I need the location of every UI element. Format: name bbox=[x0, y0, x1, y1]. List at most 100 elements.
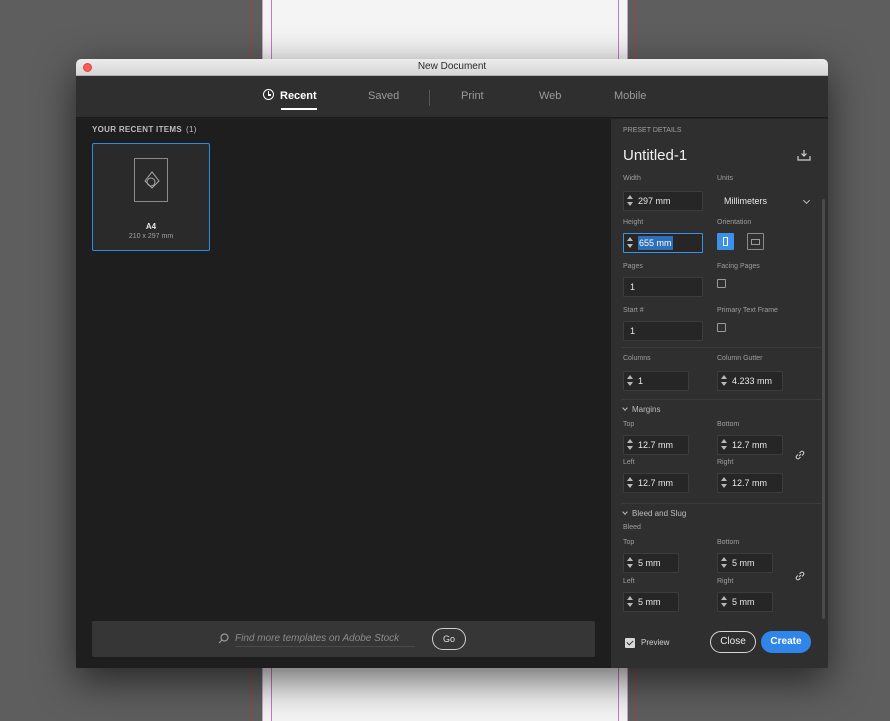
stepper-icon[interactable] bbox=[721, 439, 727, 453]
height-field[interactable]: 655 mm bbox=[623, 233, 703, 253]
window-title: New Document bbox=[417, 61, 487, 72]
bleed-right-label: Right bbox=[717, 578, 734, 585]
margin-top-field[interactable]: 12.7 mm bbox=[623, 435, 689, 455]
margin-bottom-field[interactable]: 12.7 mm bbox=[717, 435, 783, 455]
column-gutter-field[interactable]: 4.233 mm bbox=[717, 371, 783, 391]
stepper-icon[interactable] bbox=[721, 596, 727, 610]
stepper-icon[interactable] bbox=[627, 375, 633, 389]
facing-pages-label: Facing Pages bbox=[717, 263, 760, 270]
recent-items-heading: YOUR RECENT ITEMS (1) bbox=[92, 125, 197, 134]
link-bleed-icon[interactable] bbox=[794, 570, 806, 582]
tab-mobile[interactable]: Mobile bbox=[614, 76, 646, 118]
preview-checkbox[interactable] bbox=[625, 638, 635, 648]
columns-label: Columns bbox=[623, 355, 651, 362]
columns-value: 1 bbox=[638, 376, 644, 386]
divider bbox=[621, 399, 821, 400]
tab-saved[interactable]: Saved bbox=[368, 76, 399, 118]
chevron-down-icon bbox=[622, 509, 628, 515]
bleed-right-field[interactable]: 5 mm bbox=[717, 592, 773, 612]
tab-recent[interactable]: Recent bbox=[263, 76, 317, 118]
title-bar: New Document bbox=[76, 59, 828, 76]
height-value: 655 mm bbox=[638, 236, 673, 250]
units-select[interactable]: Millimeters bbox=[717, 191, 813, 211]
stepper-icon[interactable] bbox=[627, 596, 633, 610]
shape-tool-icon bbox=[144, 171, 160, 189]
landscape-orientation-button[interactable] bbox=[747, 233, 764, 250]
stepper-icon[interactable] bbox=[627, 477, 633, 491]
window-close-button[interactable] bbox=[83, 63, 92, 72]
margin-left-value: 12.7 mm bbox=[638, 478, 674, 488]
stepper-icon[interactable] bbox=[721, 477, 727, 491]
tab-label: Saved bbox=[368, 90, 400, 102]
tab-print[interactable]: Print bbox=[461, 76, 484, 118]
stepper-icon[interactable] bbox=[627, 237, 633, 251]
facing-pages-checkbox[interactable] bbox=[717, 279, 726, 288]
start-page-value: 1 bbox=[630, 326, 636, 336]
stock-search-input[interactable] bbox=[235, 631, 415, 647]
chevron-down-icon bbox=[622, 405, 628, 411]
recent-item-card[interactable]: A4 210 x 297 mm bbox=[92, 143, 210, 251]
portrait-icon bbox=[723, 237, 728, 246]
clock-icon bbox=[263, 89, 274, 100]
tab-divider bbox=[429, 90, 430, 106]
go-button[interactable]: Go bbox=[432, 628, 466, 650]
save-preset-icon[interactable] bbox=[797, 149, 811, 161]
pages-field[interactable]: 1 bbox=[623, 277, 703, 297]
stepper-icon[interactable] bbox=[627, 195, 633, 209]
recent-count: (1) bbox=[186, 125, 197, 134]
bleed-label: Bleed bbox=[623, 524, 641, 531]
bleed-bottom-field[interactable]: 5 mm bbox=[717, 553, 773, 573]
search-icon bbox=[218, 633, 229, 644]
units-value: Millimeters bbox=[724, 196, 768, 206]
recent-heading-text: YOUR RECENT ITEMS bbox=[92, 125, 182, 134]
columns-field[interactable]: 1 bbox=[623, 371, 689, 391]
document-name[interactable]: Untitled-1 bbox=[623, 147, 687, 164]
pages-label: Pages bbox=[623, 263, 643, 270]
margin-top-value: 12.7 mm bbox=[638, 440, 674, 450]
create-button[interactable]: Create bbox=[761, 631, 811, 653]
margin-right-value: 12.7 mm bbox=[732, 478, 768, 488]
stepper-icon[interactable] bbox=[721, 375, 727, 389]
margin-right-label: Right bbox=[717, 459, 734, 466]
margins-section-toggle[interactable]: Margins bbox=[622, 405, 660, 414]
stepper-icon[interactable] bbox=[627, 557, 633, 571]
divider bbox=[621, 347, 821, 348]
bleed-top-label: Top bbox=[623, 539, 635, 546]
tab-label: Web bbox=[539, 90, 562, 102]
stepper-icon[interactable] bbox=[721, 557, 727, 571]
link-margins-icon[interactable] bbox=[794, 449, 806, 461]
tab-label: Mobile bbox=[614, 90, 647, 102]
primary-text-frame-checkbox[interactable] bbox=[717, 323, 726, 332]
category-tabs: Recent Saved Print Web Mobile bbox=[76, 76, 828, 118]
recent-item-size: 210 x 297 mm bbox=[128, 233, 174, 240]
bleed-left-field[interactable]: 5 mm bbox=[623, 592, 679, 612]
stepper-icon[interactable] bbox=[627, 439, 633, 453]
bleed-bottom-label: Bottom bbox=[717, 539, 740, 546]
tab-web[interactable]: Web bbox=[539, 76, 561, 118]
units-label: Units bbox=[717, 175, 733, 182]
close-button[interactable]: Close bbox=[710, 631, 756, 653]
portrait-orientation-button[interactable] bbox=[717, 233, 734, 250]
chevron-down-icon bbox=[802, 196, 811, 205]
bleed-slug-section-toggle[interactable]: Bleed and Slug bbox=[622, 509, 686, 518]
divider bbox=[621, 503, 821, 504]
margin-left-field[interactable]: 12.7 mm bbox=[623, 473, 689, 493]
margin-right-field[interactable]: 12.7 mm bbox=[717, 473, 783, 493]
bleed-left-value: 5 mm bbox=[638, 597, 661, 607]
column-gutter-value: 4.233 mm bbox=[732, 376, 773, 386]
preset-details-heading: PRESET DETAILS bbox=[623, 127, 682, 134]
bleed-right-value: 5 mm bbox=[732, 597, 755, 607]
margin-bottom-label: Bottom bbox=[717, 421, 740, 428]
column-gutter-label: Column Gutter bbox=[717, 355, 763, 362]
preset-scrollbar[interactable] bbox=[822, 199, 825, 619]
preset-details-panel: PRESET DETAILS Untitled-1 Width 297 mm U… bbox=[611, 119, 828, 668]
document-icon bbox=[134, 158, 168, 202]
start-page-field[interactable]: 1 bbox=[623, 321, 703, 341]
width-field[interactable]: 297 mm bbox=[623, 191, 703, 211]
pages-value: 1 bbox=[630, 282, 636, 292]
margin-bottom-value: 12.7 mm bbox=[732, 440, 768, 450]
margin-top-label: Top bbox=[623, 421, 635, 428]
bleed-top-field[interactable]: 5 mm bbox=[623, 553, 679, 573]
stock-search-bar: Go bbox=[92, 621, 595, 657]
margin-left-label: Left bbox=[623, 459, 635, 466]
